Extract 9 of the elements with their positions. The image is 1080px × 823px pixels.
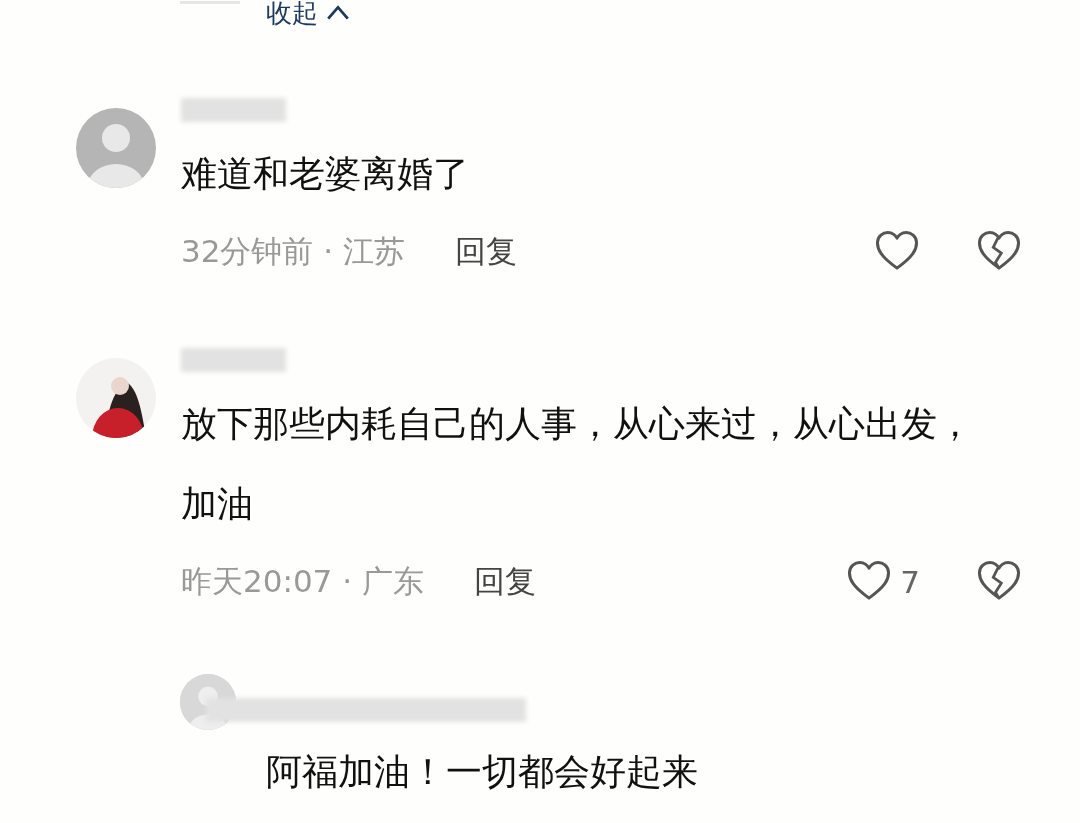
- comment-text: 阿福加油！一切都会好起来: [266, 750, 699, 794]
- collapse-button[interactable]: 收起: [266, 0, 352, 31]
- like-count: 7: [900, 564, 920, 600]
- comment-text: 放下那些内耗自己的人事，从心来过，从心出发，加油: [181, 402, 974, 526]
- comment-text: 难道和老婆离婚了: [181, 152, 470, 196]
- timestamp-location: 昨天20:07 · 广东: [181, 562, 424, 601]
- timestamp-location: 32分钟前 · 江苏: [181, 232, 405, 271]
- reply-link[interactable]: 回复: [455, 231, 517, 273]
- reply-link[interactable]: 回复: [473, 561, 536, 603]
